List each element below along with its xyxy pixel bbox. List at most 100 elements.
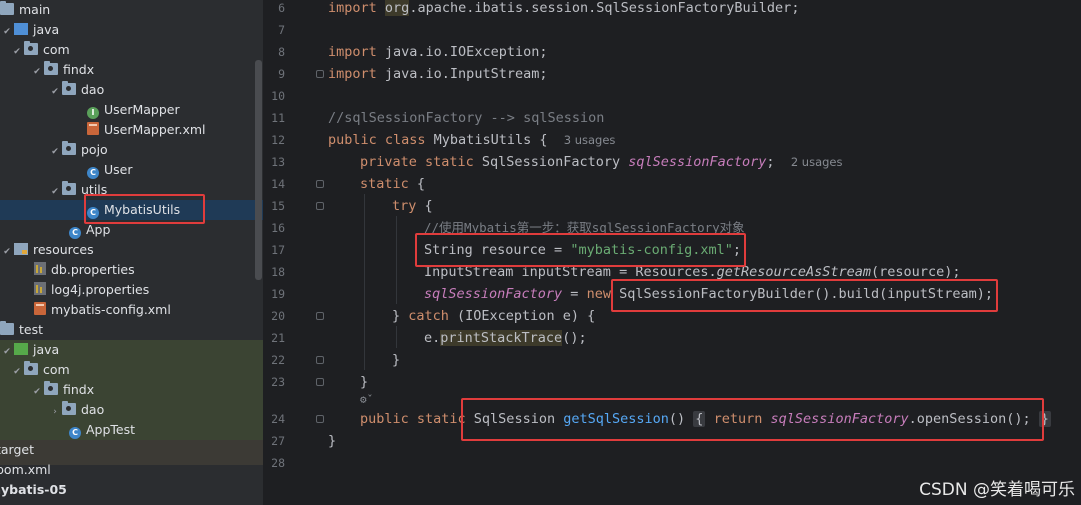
line-number: 27 [271, 434, 285, 448]
usages-hint[interactable]: 2 usages [791, 155, 843, 169]
tree-item-target[interactable]: target [0, 440, 34, 460]
line-number: 21 [271, 331, 285, 345]
tree-item-label: com [43, 362, 70, 377]
fold-marker-icon[interactable] [316, 415, 324, 423]
tree-item-label: mybatis-config.xml [51, 302, 171, 317]
tree-item-label: App [86, 222, 111, 237]
package-icon [62, 181, 76, 195]
code-token: catch [408, 308, 449, 324]
fold-marker-icon[interactable] [316, 202, 324, 210]
code-token: private static [360, 154, 474, 170]
tree-item-label: mybatis-05 [0, 482, 67, 497]
tree-item-test[interactable]: test [0, 320, 43, 340]
code-token: } [328, 433, 337, 449]
tree-item-label: User [104, 162, 133, 177]
tree-item-java[interactable]: ✔ java [0, 20, 59, 40]
annotation-box-mybatisutils [84, 194, 205, 224]
tree-item-test-java[interactable]: ✔ java [0, 340, 59, 360]
usages-hint[interactable]: 3 usages [564, 133, 616, 147]
chevron-down-icon[interactable]: ✔ [30, 62, 44, 82]
tree-item-pom[interactable]: pom.xml [0, 460, 51, 480]
tree-item-pojo[interactable]: ✔ pojo [48, 140, 108, 160]
code-line-11[interactable]: //sqlSessionFactory --> sqlSession [328, 107, 604, 129]
code-comment: //sqlSessionFactory --> sqlSession [328, 110, 605, 126]
code-token: SqlSessionFactory [473, 154, 629, 170]
fold-marker-icon[interactable] [316, 356, 324, 364]
code-token: import [328, 0, 377, 16]
code-line-27[interactable]: } [328, 430, 336, 452]
fold-marker-icon[interactable] [316, 312, 324, 320]
code-line-15[interactable]: try { [392, 195, 433, 217]
watermark: CSDN @笑着喝可乐 [919, 480, 1075, 500]
tree-item-findx[interactable]: ✔ findx [30, 60, 94, 80]
package-icon [24, 41, 38, 55]
package-icon [62, 81, 76, 95]
package-icon [62, 401, 76, 415]
tree-item-db-properties[interactable]: db.properties [34, 260, 135, 280]
code-token: java.io.InputStream; [376, 66, 548, 82]
tree-item-com[interactable]: ✔ com [10, 40, 70, 60]
tree-item-label: dao [81, 82, 105, 97]
tree-item-label: UserMapper.xml [104, 122, 206, 137]
tree-item-usermapper-xml[interactable]: UserMapper.xml [87, 120, 206, 140]
chevron-down-icon[interactable]: ✔ [0, 242, 14, 262]
code-line-22[interactable]: } [392, 349, 400, 371]
tree-item-mybatis-config[interactable]: mybatis-config.xml [34, 300, 171, 320]
chevron-down-icon[interactable]: ✔ [0, 22, 14, 42]
line-number: 9 [278, 67, 285, 81]
tree-item-label: dao [81, 402, 105, 417]
tree-item-test-com[interactable]: ✔ com [10, 360, 70, 380]
class-icon: C [69, 427, 81, 439]
package-icon [24, 361, 38, 375]
code-line-13[interactable]: private static SqlSessionFactory sqlSess… [360, 151, 842, 173]
tree-item-resources[interactable]: ✔ resources [0, 240, 94, 262]
chevron-down-icon[interactable]: ✔ [10, 42, 24, 62]
code-token: { [408, 176, 426, 192]
code-token: { [416, 198, 433, 214]
code-line-20[interactable]: } catch (IOException e) { [392, 305, 595, 327]
tree-item-label: java [33, 22, 60, 37]
code-token: .apache.ibatis.session.SqlSessionFactory… [409, 0, 800, 16]
tree-item-user[interactable]: C User [87, 160, 133, 180]
code-line-9[interactable]: import java.io.InputStream; [328, 63, 547, 85]
tree-item-label: test [19, 322, 44, 337]
tree-item-label: pom.xml [0, 462, 51, 477]
line-number: 19 [271, 287, 285, 301]
chevron-down-icon[interactable]: ✔ [48, 82, 62, 102]
tree-item-label: AppTest [86, 422, 136, 437]
line-number: 24 [271, 412, 285, 426]
tree-item-dao[interactable]: ✔ dao [48, 80, 104, 100]
tree-item-apptest[interactable]: C AppTest [69, 420, 135, 440]
tree-item-usermapper[interactable]: I UserMapper [87, 100, 180, 120]
tree-item-module[interactable]: mybatis-05 [0, 480, 67, 500]
code-line-6[interactable]: import org.apache.ibatis.session.SqlSess… [328, 0, 799, 19]
chevron-right-icon[interactable]: › [48, 402, 62, 422]
code-token: try [392, 198, 417, 214]
code-line-12[interactable]: public class MybatisUtils { 3 usages [328, 129, 615, 151]
line-number: 8 [278, 45, 285, 59]
chevron-down-icon[interactable]: ✔ [48, 182, 62, 202]
tree-item-test-findx[interactable]: ✔ findx [30, 380, 94, 400]
code-line-14[interactable]: static { [360, 173, 425, 195]
fold-marker-icon[interactable] [316, 180, 324, 188]
chevron-down-icon[interactable]: ✔ [48, 142, 62, 162]
fold-marker-icon[interactable] [316, 378, 324, 386]
tree-item-test-dao[interactable]: › dao [48, 400, 104, 420]
chevron-down-icon[interactable]: ✔ [0, 342, 14, 362]
tree-scrollbar[interactable] [255, 60, 262, 280]
chevron-down-icon[interactable]: ✔ [10, 362, 24, 382]
fold-marker-icon[interactable] [316, 70, 324, 78]
tree-item-label: resources [33, 242, 94, 257]
tree-item-label: com [43, 42, 70, 57]
tree-item-label: findx [63, 382, 95, 397]
line-number: 22 [271, 353, 285, 367]
tree-item-log4j-properties[interactable]: log4j.properties [34, 280, 149, 300]
tree-item-label: target [0, 442, 35, 457]
line-number: 20 [271, 309, 285, 323]
chevron-down-icon[interactable]: ✔ [30, 382, 44, 402]
code-line-8[interactable]: import java.io.IOException; [328, 41, 547, 63]
tree-item-main[interactable]: main [0, 0, 50, 20]
tree-item-label: main [19, 2, 51, 17]
code-line-21[interactable]: e.printStackTrace(); [424, 327, 587, 349]
line-number: 18 [271, 265, 285, 279]
